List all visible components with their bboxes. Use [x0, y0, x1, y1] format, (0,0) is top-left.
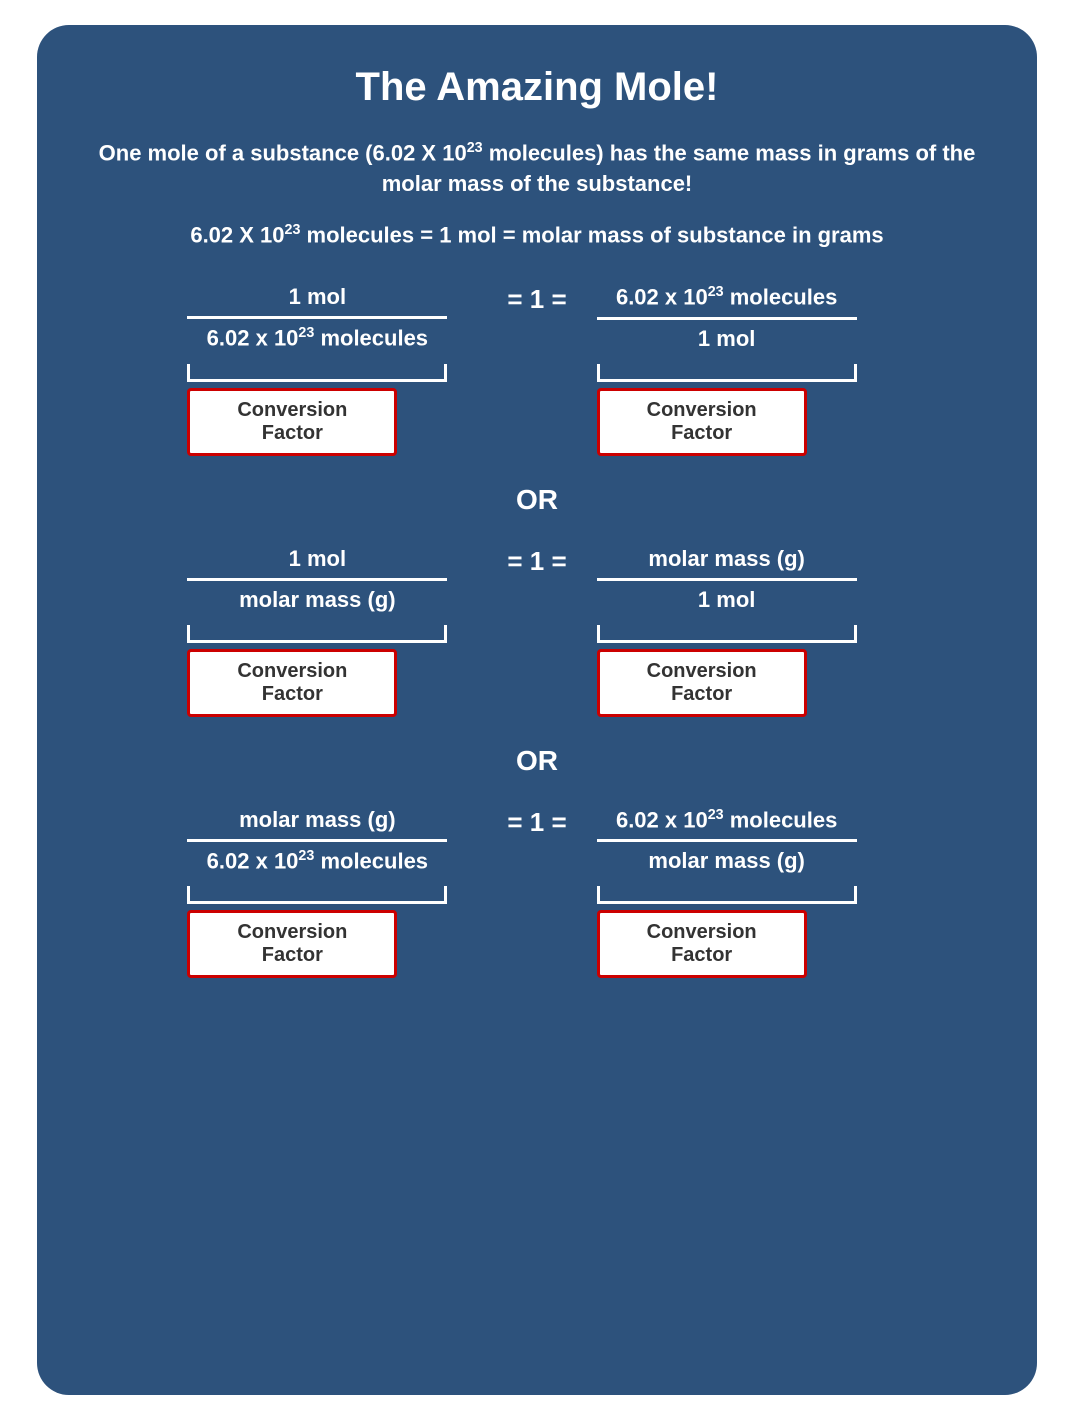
- bracket-row-2-right: Conversion Factor: [597, 621, 857, 717]
- equals-3: = 1 =: [507, 807, 566, 838]
- bracket-row-1-right: Conversion Factor: [597, 360, 857, 456]
- fraction-left-3: molar mass (g) 6.02 x 1023 molecules Con…: [187, 807, 477, 978]
- bracket-left-corner-3: [187, 886, 199, 904]
- bracket-row-3-right: Conversion Factor: [597, 882, 857, 978]
- section-1: 1 mol 6.02 x 1023 molecules Conversion F…: [97, 284, 977, 455]
- fraction-left-2: 1 mol molar mass (g) Conversion Factor: [187, 546, 477, 717]
- bracket-line-3-left: [187, 882, 447, 904]
- fractions-row-1: 1 mol 6.02 x 1023 molecules Conversion F…: [97, 284, 977, 455]
- bracket-right-corner-2r: [845, 625, 857, 643]
- section-3: molar mass (g) 6.02 x 1023 molecules Con…: [97, 807, 977, 978]
- fractions-row-3: molar mass (g) 6.02 x 1023 molecules Con…: [97, 807, 977, 978]
- bracket-line-3-right: [597, 882, 857, 904]
- conversion-factor-3-left: Conversion Factor: [187, 910, 397, 978]
- page-title: The Amazing Mole!: [356, 65, 719, 110]
- frac-num-2-left: 1 mol: [187, 546, 447, 581]
- fraction-group-left-1: 1 mol 6.02 x 1023 molecules: [187, 284, 447, 351]
- fraction-group-right-3: 6.02 x 1023 molecules molar mass (g): [597, 807, 857, 874]
- fraction-right-1: 6.02 x 1023 molecules 1 mol Conversion F…: [597, 284, 887, 455]
- frac-den-1-right: 1 mol: [597, 320, 857, 352]
- fraction-group-left-2: 1 mol molar mass (g): [187, 546, 447, 613]
- bracket-left-corner-2r: [597, 625, 609, 643]
- bracket-line-2-left: [187, 621, 447, 643]
- bracket-line-2-right: [597, 621, 857, 643]
- equals-2: = 1 =: [507, 546, 566, 577]
- bracket-row-1-left: Conversion Factor: [187, 360, 447, 456]
- frac-den-3-right: molar mass (g): [597, 842, 857, 874]
- frac-num-3-right: 6.02 x 1023 molecules: [597, 807, 857, 842]
- frac-num-2-right: molar mass (g): [597, 546, 857, 581]
- section-2: 1 mol molar mass (g) Conversion Factor =…: [97, 546, 977, 717]
- or-label-1: OR: [516, 484, 558, 516]
- equals-1: = 1 =: [507, 284, 566, 315]
- bracket-middle-2r: [609, 640, 845, 643]
- fraction-right-2: molar mass (g) 1 mol Conversion Factor: [597, 546, 887, 717]
- frac-num-1-left: 1 mol: [187, 284, 447, 319]
- frac-den-2-right: 1 mol: [597, 581, 857, 613]
- or-label-2: OR: [516, 745, 558, 777]
- fractions-row-2: 1 mol molar mass (g) Conversion Factor =…: [97, 546, 977, 717]
- bracket-middle-3: [199, 901, 435, 904]
- fraction-group-right-2: molar mass (g) 1 mol: [597, 546, 857, 613]
- fraction-group-right-1: 6.02 x 1023 molecules 1 mol: [597, 284, 857, 351]
- bracket-line-1-left: [187, 360, 447, 382]
- main-card: The Amazing Mole! One mole of a substanc…: [37, 25, 1037, 1395]
- equation-text: 6.02 X 1023 molecules = 1 mol = molar ma…: [190, 222, 883, 248]
- bracket-left-corner-1r: [597, 364, 609, 382]
- conversion-factor-2-right: Conversion Factor: [597, 649, 807, 717]
- bracket-middle-1r: [609, 379, 845, 382]
- bracket-right-corner-2: [435, 625, 447, 643]
- frac-den-3-left: 6.02 x 1023 molecules: [187, 842, 447, 874]
- frac-num-3-left: molar mass (g): [187, 807, 447, 842]
- bracket-right-corner-3r: [845, 886, 857, 904]
- bracket-line-1-right: [597, 360, 857, 382]
- fraction-right-3: 6.02 x 1023 molecules molar mass (g) Con…: [597, 807, 887, 978]
- frac-den-2-left: molar mass (g): [187, 581, 447, 613]
- bracket-left-corner-1: [187, 364, 199, 382]
- bracket-row-2-left: Conversion Factor: [187, 621, 447, 717]
- bracket-left-corner-2: [187, 625, 199, 643]
- conversion-factor-3-right: Conversion Factor: [597, 910, 807, 978]
- bracket-middle-3r: [609, 901, 845, 904]
- fraction-left-1: 1 mol 6.02 x 1023 molecules Conversion F…: [187, 284, 477, 455]
- bracket-right-corner-3: [435, 886, 447, 904]
- bracket-left-corner-3r: [597, 886, 609, 904]
- frac-num-1-right: 6.02 x 1023 molecules: [597, 284, 857, 319]
- bracket-right-corner-1: [435, 364, 447, 382]
- fraction-group-left-3: molar mass (g) 6.02 x 1023 molecules: [187, 807, 447, 874]
- subtitle-text: One mole of a substance (6.02 X 1023 mol…: [97, 138, 977, 200]
- conversion-factor-1-right: Conversion Factor: [597, 388, 807, 456]
- conversion-factor-2-left: Conversion Factor: [187, 649, 397, 717]
- bracket-middle-2: [199, 640, 435, 643]
- bracket-row-3-left: Conversion Factor: [187, 882, 447, 978]
- bracket-middle-1: [199, 379, 435, 382]
- bracket-right-corner-1r: [845, 364, 857, 382]
- frac-den-1-left: 6.02 x 1023 molecules: [187, 319, 447, 351]
- conversion-factor-1-left: Conversion Factor: [187, 388, 397, 456]
